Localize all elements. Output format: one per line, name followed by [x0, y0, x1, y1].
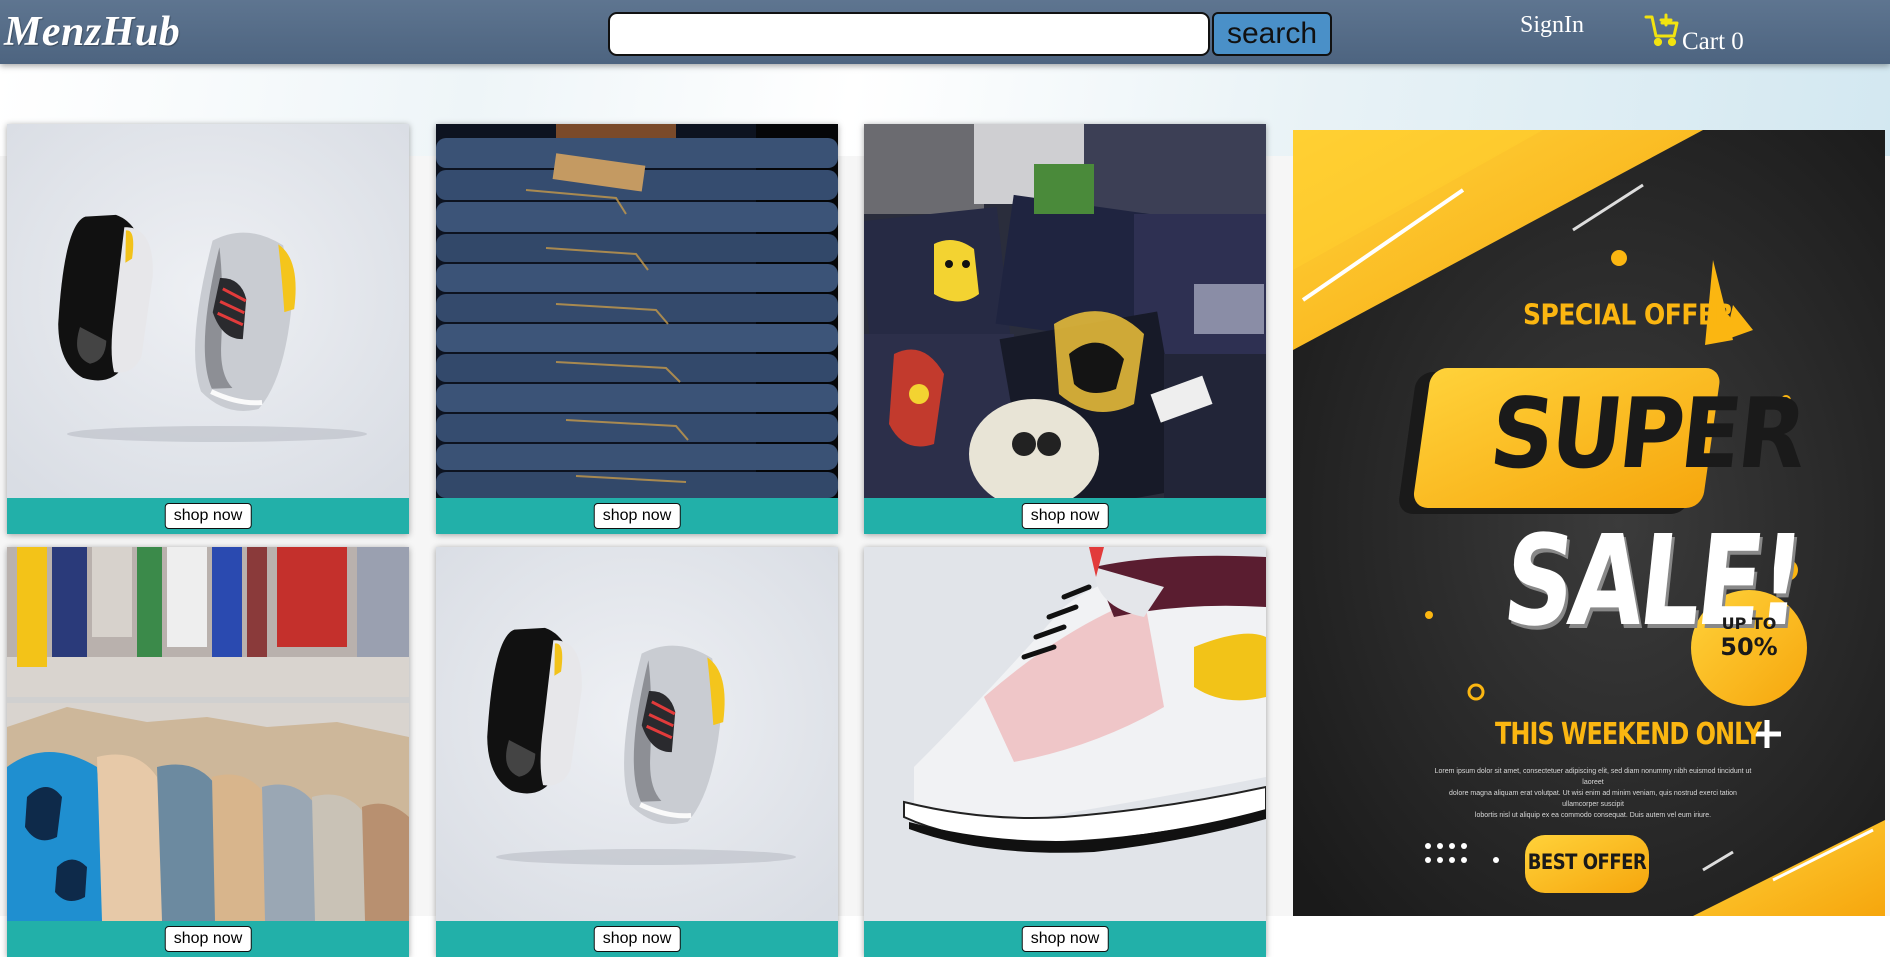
product-card: shop now: [7, 547, 409, 957]
ad-body-line2: dolore magna aliquam erat volutpat. Ut w…: [1449, 790, 1737, 808]
card-action-bar: shop now: [7, 921, 409, 957]
shop-now-button[interactable]: shop now: [593, 503, 681, 529]
shop-now-button[interactable]: shop now: [1021, 503, 1109, 529]
running-shoe-image: [864, 547, 1266, 921]
badge-line1: UP TO: [1721, 614, 1777, 633]
product-card: shop now: [864, 547, 1266, 957]
search-button[interactable]: search: [1212, 12, 1332, 56]
sneakers-image: [7, 124, 409, 498]
ad-eyebrow: SPECIAL OFFER: [1523, 297, 1734, 332]
site-logo[interactable]: MenzHub: [4, 8, 180, 56]
ad-body-line3: lobortis nisl ut aliquip ex ea commodo c…: [1474, 812, 1712, 819]
product-card: shop now: [436, 124, 838, 534]
shop-now-button[interactable]: shop now: [164, 926, 252, 952]
ad-headline-super: SUPER: [1485, 376, 1810, 491]
card-action-bar: shop now: [436, 498, 838, 534]
badge-line2: 50%: [1720, 633, 1778, 661]
shirts-rack-image: [7, 547, 409, 921]
ad-body-text: Lorem ipsum dolor sit amet, consectetuer…: [1433, 766, 1753, 821]
shopping-cart-add-icon: [1644, 13, 1679, 47]
discount-badge: UP TO 50%: [1702, 614, 1796, 661]
shop-now-button[interactable]: shop now: [164, 503, 252, 529]
shop-now-button[interactable]: shop now: [1021, 926, 1109, 952]
product-card: shop now: [864, 124, 1266, 534]
cart-label: Cart 0: [1682, 28, 1744, 55]
card-action-bar: shop now: [864, 498, 1266, 534]
sneakers-image: [436, 547, 838, 921]
denim-jeans-image: [436, 124, 838, 498]
best-offer-button[interactable]: BEST OFFER: [1525, 850, 1649, 875]
navbar: MenzHub search SignIn Cart 0: [0, 0, 1890, 64]
product-card: shop now: [436, 547, 838, 957]
signin-link[interactable]: SignIn: [1520, 12, 1584, 39]
shop-now-button[interactable]: shop now: [593, 926, 681, 952]
card-action-bar: shop now: [436, 921, 838, 957]
ad-body-line1: Lorem ipsum dolor sit amet, consectetuer…: [1434, 768, 1752, 786]
card-action-bar: shop now: [7, 498, 409, 534]
ad-subline: THIS WEEKEND ONLY: [1495, 716, 1762, 752]
graphic-tshirts-image: [864, 124, 1266, 498]
product-card: shop now: [7, 124, 409, 534]
card-action-bar: shop now: [864, 921, 1266, 957]
search-input[interactable]: [608, 12, 1210, 56]
super-sale-banner[interactable]: SPECIAL OFFER SUPER SALE! UP TO 50% THIS…: [1293, 130, 1885, 916]
